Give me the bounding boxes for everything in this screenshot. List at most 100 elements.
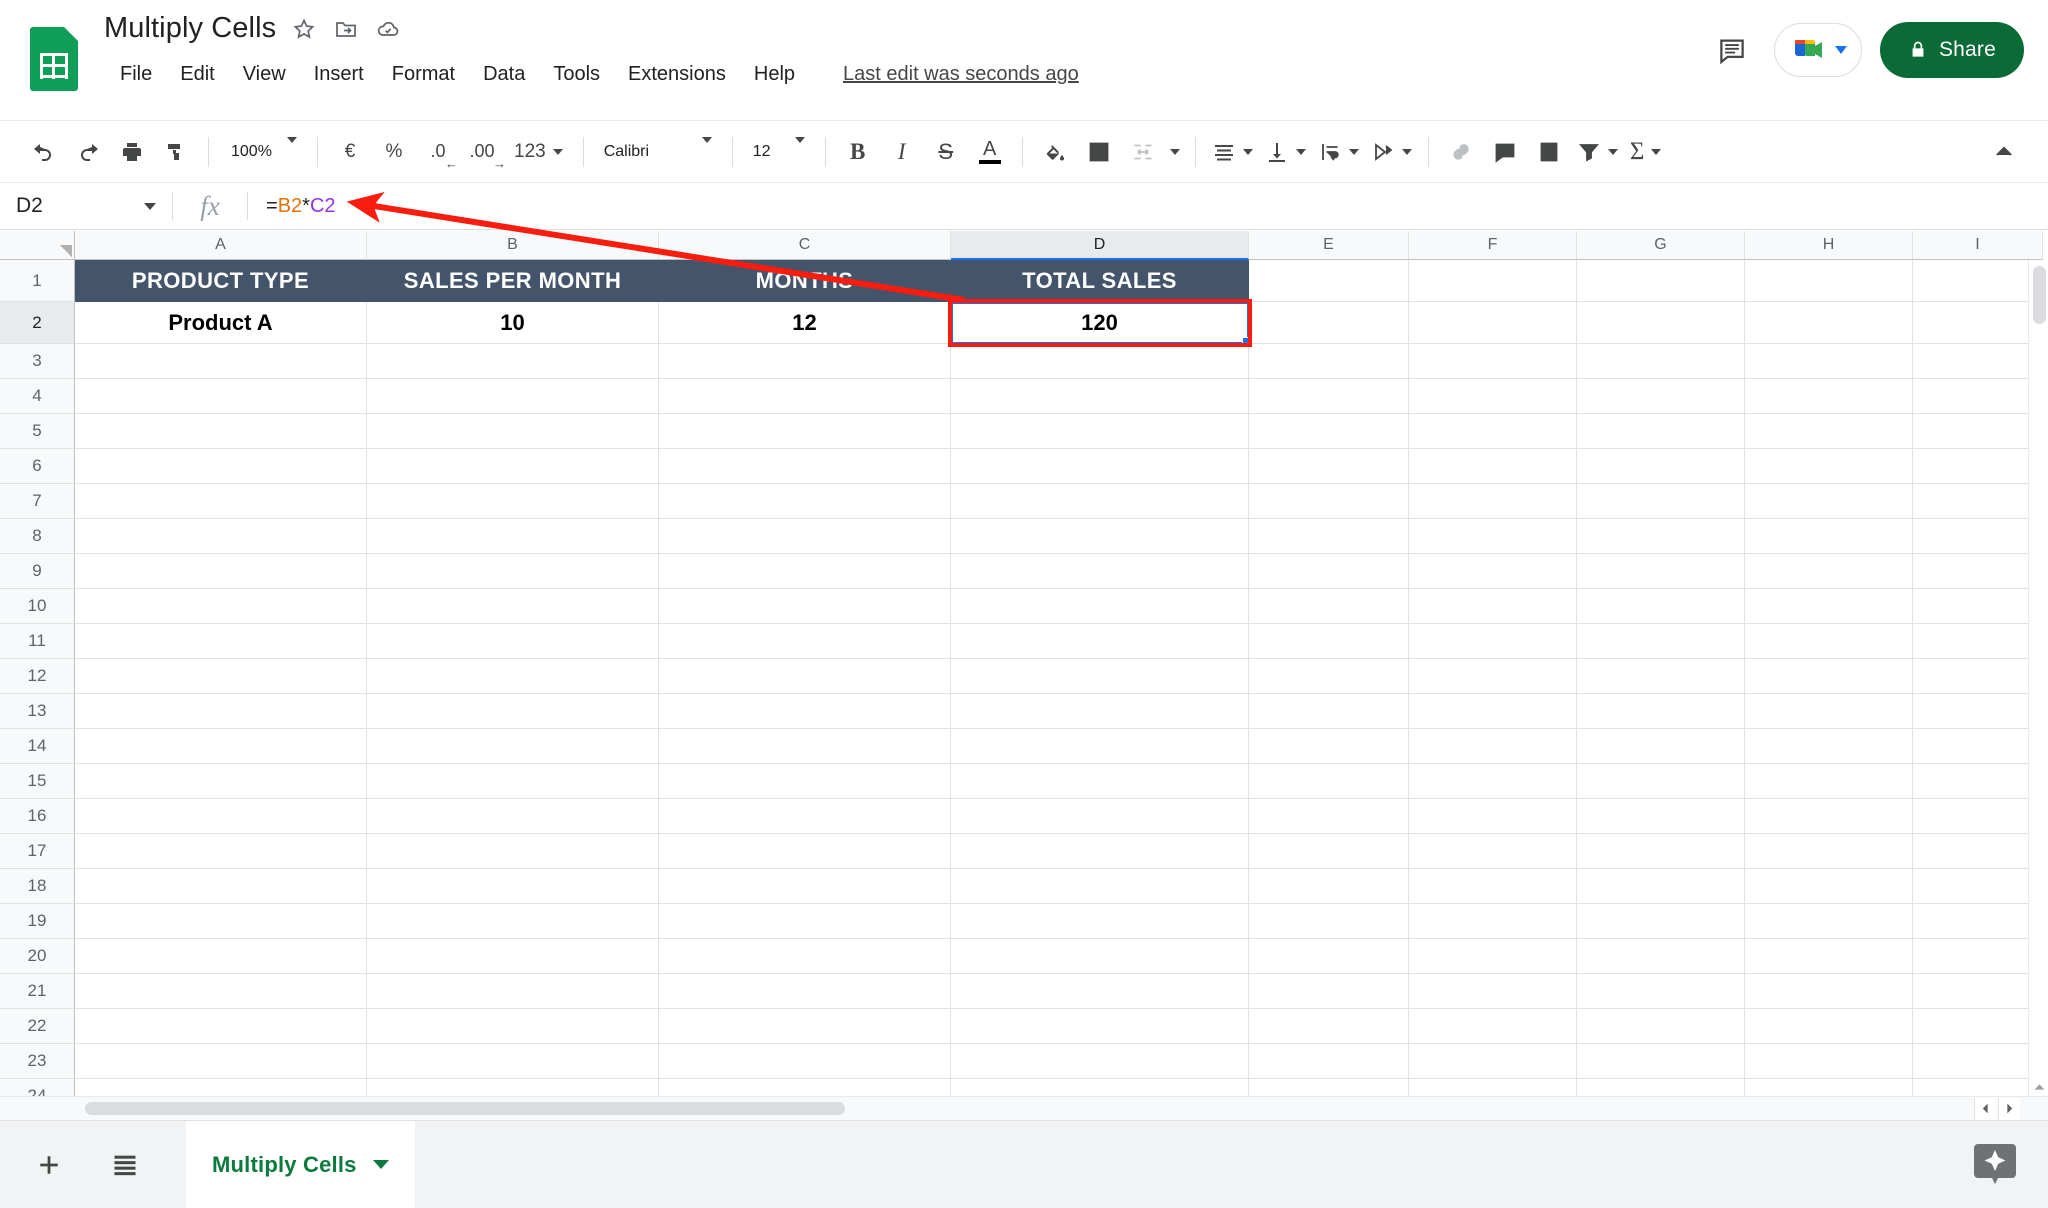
row-header-23[interactable]: 23: [0, 1044, 75, 1079]
cell-F14[interactable]: [1409, 729, 1577, 764]
cell-B10[interactable]: [367, 589, 659, 624]
cell-I7[interactable]: [1913, 484, 2043, 519]
cell-I18[interactable]: [1913, 869, 2043, 904]
column-header-a[interactable]: A: [75, 231, 367, 260]
row-header-7[interactable]: 7: [0, 484, 75, 519]
cell-D9[interactable]: [951, 554, 1249, 589]
scroll-right-icon[interactable]: [1998, 1097, 2020, 1120]
text-rotation-button[interactable]: [1365, 130, 1418, 174]
cell-G23[interactable]: [1577, 1044, 1745, 1079]
cell-E17[interactable]: [1249, 834, 1409, 869]
cell-H7[interactable]: [1745, 484, 1913, 519]
function-icon[interactable]: fx: [173, 191, 247, 222]
cell-G2[interactable]: [1577, 302, 1745, 344]
sheet-tab-multiply-cells[interactable]: Multiply Cells: [186, 1120, 415, 1208]
cell-A2[interactable]: Product A: [75, 302, 367, 344]
cell-E13[interactable]: [1249, 694, 1409, 729]
cell-D15[interactable]: [951, 764, 1249, 799]
cell-B23[interactable]: [367, 1044, 659, 1079]
more-formats-button[interactable]: 123: [504, 130, 573, 174]
text-wrapping-button[interactable]: [1312, 130, 1365, 174]
cell-B2[interactable]: 10: [367, 302, 659, 344]
cell-C2[interactable]: 12: [659, 302, 951, 344]
cell-B17[interactable]: [367, 834, 659, 869]
cell-H13[interactable]: [1745, 694, 1913, 729]
cell-G7[interactable]: [1577, 484, 1745, 519]
cell-I9[interactable]: [1913, 554, 2043, 589]
scroll-left-icon[interactable]: [1974, 1097, 1996, 1120]
cell-E19[interactable]: [1249, 904, 1409, 939]
cell-A3[interactable]: [75, 344, 367, 379]
cell-B9[interactable]: [367, 554, 659, 589]
cell-A23[interactable]: [75, 1044, 367, 1079]
cell-F9[interactable]: [1409, 554, 1577, 589]
cell-I22[interactable]: [1913, 1009, 2043, 1044]
cell-E3[interactable]: [1249, 344, 1409, 379]
cell-G10[interactable]: [1577, 589, 1745, 624]
cell-D17[interactable]: [951, 834, 1249, 869]
cell-C17[interactable]: [659, 834, 951, 869]
scroll-up-icon[interactable]: [2031, 1079, 2048, 1096]
chevron-down-icon[interactable]: [144, 202, 156, 210]
cell-I12[interactable]: [1913, 659, 2043, 694]
vertical-scrollbar[interactable]: [2028, 260, 2048, 1120]
cell-E8[interactable]: [1249, 519, 1409, 554]
cell-E16[interactable]: [1249, 799, 1409, 834]
cell-I2[interactable]: [1913, 302, 2043, 344]
cell-D3[interactable]: [951, 344, 1249, 379]
cell-G19[interactable]: [1577, 904, 1745, 939]
cell-I17[interactable]: [1913, 834, 2043, 869]
cell-B13[interactable]: [367, 694, 659, 729]
cell-E5[interactable]: [1249, 414, 1409, 449]
cell-A4[interactable]: [75, 379, 367, 414]
cell-C8[interactable]: [659, 519, 951, 554]
cell-F22[interactable]: [1409, 1009, 1577, 1044]
cell-H3[interactable]: [1745, 344, 1913, 379]
horizontal-scroll-thumb[interactable]: [85, 1102, 845, 1115]
cell-D18[interactable]: [951, 869, 1249, 904]
chevron-down-icon[interactable]: [372, 1160, 389, 1169]
cell-H23[interactable]: [1745, 1044, 1913, 1079]
cell-C10[interactable]: [659, 589, 951, 624]
cell-E1[interactable]: [1249, 260, 1409, 302]
row-header-19[interactable]: 19: [0, 904, 75, 939]
borders-button[interactable]: [1077, 130, 1121, 174]
row-header-16[interactable]: 16: [0, 799, 75, 834]
column-header-c[interactable]: C: [659, 231, 951, 260]
cell-B14[interactable]: [367, 729, 659, 764]
zoom-selector[interactable]: 100%: [219, 130, 307, 174]
cell-I15[interactable]: [1913, 764, 2043, 799]
cell-D7[interactable]: [951, 484, 1249, 519]
cell-I16[interactable]: [1913, 799, 2043, 834]
cell-A7[interactable]: [75, 484, 367, 519]
cell-A21[interactable]: [75, 974, 367, 1009]
cell-C16[interactable]: [659, 799, 951, 834]
column-header-h[interactable]: H: [1745, 231, 1913, 260]
bold-button[interactable]: B: [836, 130, 880, 174]
row-header-22[interactable]: 22: [0, 1009, 75, 1044]
menu-extensions[interactable]: Extensions: [614, 58, 740, 91]
cell-G5[interactable]: [1577, 414, 1745, 449]
create-filter-button[interactable]: [1571, 130, 1624, 174]
insert-comment-button[interactable]: [1483, 130, 1527, 174]
cell-H14[interactable]: [1745, 729, 1913, 764]
cell-area[interactable]: PRODUCT TYPE SALES PER MONTH MONTHS TOTAL S…: [75, 260, 2048, 1120]
cell-H16[interactable]: [1745, 799, 1913, 834]
cell-A12[interactable]: [75, 659, 367, 694]
column-header-b[interactable]: B: [367, 231, 659, 260]
cell-G12[interactable]: [1577, 659, 1745, 694]
cell-C14[interactable]: [659, 729, 951, 764]
cell-I23[interactable]: [1913, 1044, 2043, 1079]
cell-A15[interactable]: [75, 764, 367, 799]
cell-G6[interactable]: [1577, 449, 1745, 484]
row-header-18[interactable]: 18: [0, 869, 75, 904]
cell-B7[interactable]: [367, 484, 659, 519]
cell-C7[interactable]: [659, 484, 951, 519]
menu-insert[interactable]: Insert: [300, 58, 378, 91]
italic-button[interactable]: I: [880, 130, 924, 174]
cell-E21[interactable]: [1249, 974, 1409, 1009]
cell-F18[interactable]: [1409, 869, 1577, 904]
cell-A9[interactable]: [75, 554, 367, 589]
merge-cells-dropdown[interactable]: [1165, 130, 1185, 174]
cell-B19[interactable]: [367, 904, 659, 939]
